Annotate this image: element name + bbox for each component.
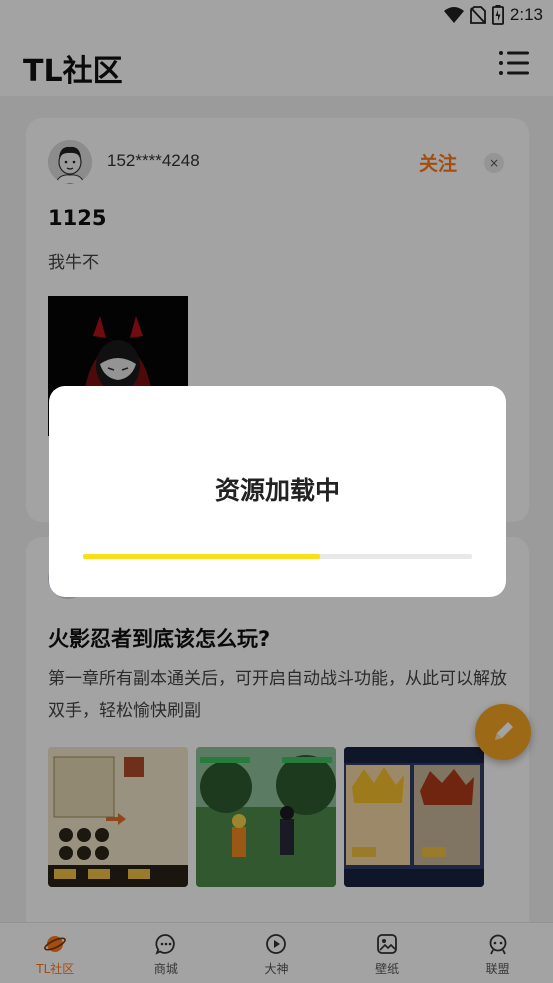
loading-dialog: 资源加载中 xyxy=(49,386,506,597)
loading-title: 资源加载中 xyxy=(214,476,340,505)
loading-progress-bar xyxy=(83,554,472,559)
loading-progress-fill xyxy=(83,554,321,559)
